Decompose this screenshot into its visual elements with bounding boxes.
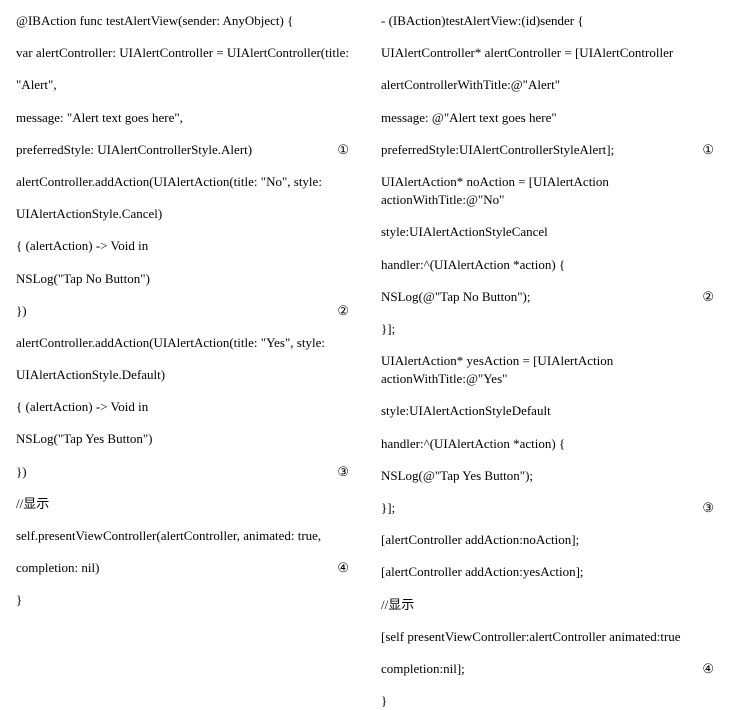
right-code-text: }]; — [381, 499, 692, 517]
left-code-line: { (alertAction) -> Void in — [16, 237, 369, 255]
right-code-text: NSLog(@"Tap Yes Button"); — [381, 467, 734, 485]
right-code-text: preferredStyle:UIAlertControllerStyleAle… — [381, 141, 692, 159]
right-code-line: message: @"Alert text goes here" — [381, 109, 734, 127]
left-code-text: }) — [16, 302, 327, 320]
left-code-text: //显示 — [16, 495, 369, 513]
right-code-line: handler:^(UIAlertAction *action) { — [381, 435, 734, 453]
right-code-line: NSLog(@"Tap No Button"); ② — [381, 288, 734, 306]
right-code-line: [alertController addAction:noAction]; — [381, 531, 734, 549]
left-code-line: //显示 — [16, 495, 369, 513]
right-code-line: alertControllerWithTitle:@"Alert" — [381, 76, 734, 94]
left-code-text: var alertController: UIAlertController =… — [16, 44, 369, 62]
left-code-text: "Alert", — [16, 76, 369, 94]
left-code-line: message: "Alert text goes here", — [16, 109, 369, 127]
right-code-line: } — [381, 692, 734, 710]
code-marker: ③ — [337, 463, 369, 481]
right-code-text: handler:^(UIAlertAction *action) { — [381, 256, 734, 274]
left-code-line: NSLog("Tap No Button") — [16, 270, 369, 288]
right-code-text: style:UIAlertActionStyleDefault — [381, 402, 734, 420]
right-code-text: - (IBAction)testAlertView:(id)sender { — [381, 12, 734, 30]
right-code-text: [self presentViewController:alertControl… — [381, 628, 734, 646]
right-code-text: completion:nil]; — [381, 660, 692, 678]
right-code-line: }]; ③ — [381, 499, 734, 517]
right-code-text: [alertController addAction:yesAction]; — [381, 563, 734, 581]
right-code-line: }]; — [381, 320, 734, 338]
right-code-text: NSLog(@"Tap No Button"); — [381, 288, 692, 306]
left-code-text: alertController.addAction(UIAlertAction(… — [16, 334, 369, 352]
left-code-text: { (alertAction) -> Void in — [16, 398, 369, 416]
left-code-line: preferredStyle: UIAlertControllerStyle.A… — [16, 141, 369, 159]
right-code-line: UIAlertAction* noAction = [UIAlertAction… — [381, 173, 734, 209]
code-marker: ① — [702, 141, 734, 159]
left-code-line: self.presentViewController(alertControll… — [16, 527, 369, 545]
right-code-line: style:UIAlertActionStyleCancel — [381, 223, 734, 241]
left-code-line: }) ② — [16, 302, 369, 320]
right-code-line: preferredStyle:UIAlertControllerStyleAle… — [381, 141, 734, 159]
right-code-line: NSLog(@"Tap Yes Button"); — [381, 467, 734, 485]
left-code-text: NSLog("Tap Yes Button") — [16, 430, 369, 448]
right-code-line: handler:^(UIAlertAction *action) { — [381, 256, 734, 274]
right-code-text: UIAlertAction* yesAction = [UIAlertActio… — [381, 352, 734, 388]
left-code-line: }) ③ — [16, 463, 369, 481]
right-code-line: completion:nil]; ④ — [381, 660, 734, 678]
code-marker: ① — [337, 141, 369, 159]
right-code-text: handler:^(UIAlertAction *action) { — [381, 435, 734, 453]
left-code-line: var alertController: UIAlertController =… — [16, 44, 369, 62]
right-code-line: UIAlertController* alertController = [UI… — [381, 44, 734, 62]
right-code-line: style:UIAlertActionStyleDefault — [381, 402, 734, 420]
right-code-text: UIAlertController* alertController = [UI… — [381, 44, 734, 62]
code-marker: ② — [337, 302, 369, 320]
left-code-line: "Alert", — [16, 76, 369, 94]
left-code-text: self.presentViewController(alertControll… — [16, 527, 369, 545]
right-code-text: style:UIAlertActionStyleCancel — [381, 223, 734, 241]
left-code-text: NSLog("Tap No Button") — [16, 270, 369, 288]
left-code-line: completion: nil) ④ — [16, 559, 369, 577]
left-code-line: UIAlertActionStyle.Cancel) — [16, 205, 369, 223]
left-code-line: alertController.addAction(UIAlertAction(… — [16, 173, 369, 191]
code-marker: ④ — [702, 660, 734, 678]
left-code-text: completion: nil) — [16, 559, 327, 577]
left-code-line: alertController.addAction(UIAlertAction(… — [16, 334, 369, 352]
left-code-text: }) — [16, 463, 327, 481]
left-code-text: preferredStyle: UIAlertControllerStyle.A… — [16, 141, 327, 159]
right-code-line: [alertController addAction:yesAction]; — [381, 563, 734, 581]
code-marker: ③ — [702, 499, 734, 517]
left-code-text: UIAlertActionStyle.Default) — [16, 366, 369, 384]
right-code-text: [alertController addAction:noAction]; — [381, 531, 734, 549]
left-code-text: } — [16, 591, 369, 609]
right-code-line: //显示 — [381, 596, 734, 614]
left-code-text: @IBAction func testAlertView(sender: Any… — [16, 12, 369, 30]
left-code-text: alertController.addAction(UIAlertAction(… — [16, 173, 369, 191]
right-code-text: alertControllerWithTitle:@"Alert" — [381, 76, 734, 94]
left-code-line: UIAlertActionStyle.Default) — [16, 366, 369, 384]
code-marker: ② — [702, 288, 734, 306]
right-code-text: } — [381, 692, 734, 710]
left-code-text: message: "Alert text goes here", — [16, 109, 369, 127]
left-code-line: { (alertAction) -> Void in — [16, 398, 369, 416]
right-code-line: UIAlertAction* yesAction = [UIAlertActio… — [381, 352, 734, 388]
left-code-line: } — [16, 591, 369, 609]
right-code-text: //显示 — [381, 596, 734, 614]
right-code-text: message: @"Alert text goes here" — [381, 109, 734, 127]
right-code-line: [self presentViewController:alertControl… — [381, 628, 734, 646]
code-marker: ④ — [337, 559, 369, 577]
left-code-text: { (alertAction) -> Void in — [16, 237, 369, 255]
right-code-text: }]; — [381, 320, 734, 338]
left-code-line: @IBAction func testAlertView(sender: Any… — [16, 12, 369, 30]
right-code-line: - (IBAction)testAlertView:(id)sender { — [381, 12, 734, 30]
left-code-column: @IBAction func testAlertView(sender: Any… — [10, 12, 375, 604]
right-code-text: UIAlertAction* noAction = [UIAlertAction… — [381, 173, 734, 209]
left-code-text: UIAlertActionStyle.Cancel) — [16, 205, 369, 223]
right-code-column: - (IBAction)testAlertView:(id)sender { UI… — [375, 12, 740, 604]
left-code-line: NSLog("Tap Yes Button") — [16, 430, 369, 448]
